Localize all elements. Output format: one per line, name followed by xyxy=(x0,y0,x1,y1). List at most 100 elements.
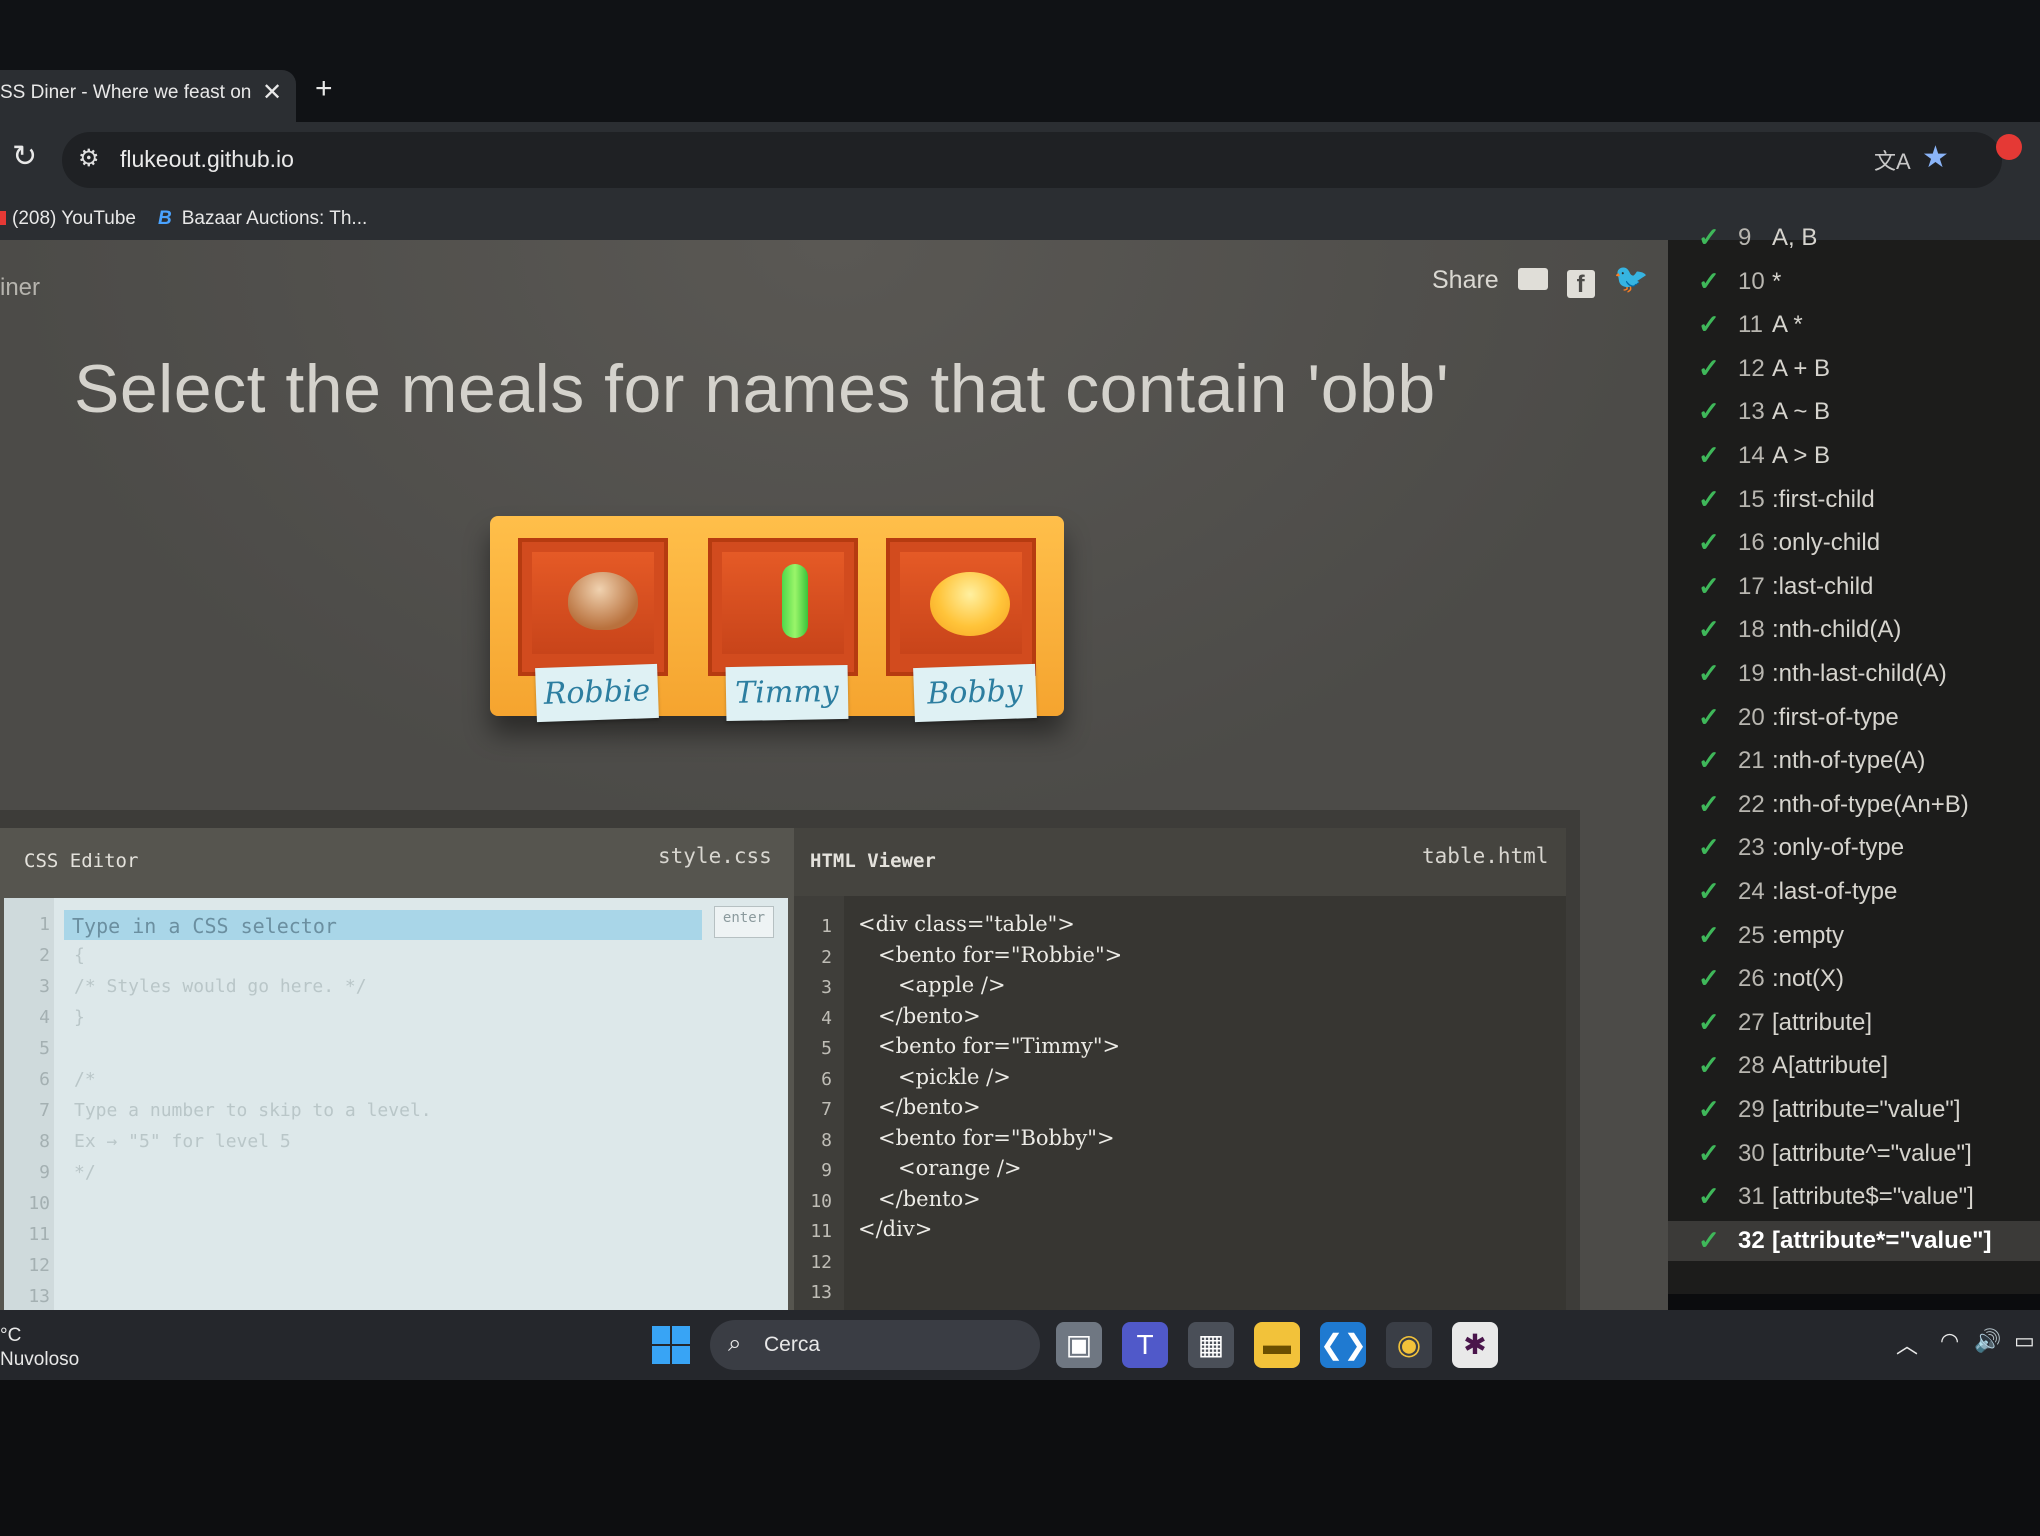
reload-icon[interactable]: ↻ xyxy=(12,139,37,174)
pickle-icon[interactable] xyxy=(782,564,808,638)
html-code-line[interactable]: <bento for="Robbie"> xyxy=(858,943,1122,967)
address-bar[interactable]: ⚙ flukeout.github.io 文A ★ xyxy=(62,132,2002,188)
level-item[interactable]: ✓ 23:only-of-type xyxy=(1668,828,2040,868)
bookmark-youtube[interactable]: (208) YouTube xyxy=(0,208,136,230)
bookmark-bazaar[interactable]: B Bazaar Auctions: Th... xyxy=(158,208,367,230)
new-tab-button[interactable]: + xyxy=(315,72,333,106)
level-selector: :nth-child(A) xyxy=(1772,616,1902,644)
weather-widget[interactable]: °C Nuvoloso xyxy=(0,1324,79,1372)
html-code-line[interactable]: <pickle /> xyxy=(858,1065,1011,1089)
html-code-line[interactable]: <bento for="Timmy"> xyxy=(858,1034,1120,1058)
line-number: 10 xyxy=(810,1190,832,1212)
orange-icon[interactable] xyxy=(930,572,1010,636)
html-code-line[interactable]: </bento> xyxy=(858,1187,981,1211)
level-selector: A + B xyxy=(1772,354,1831,382)
twitter-icon[interactable]: 🐦 xyxy=(1614,262,1649,295)
level-number: 24 xyxy=(1738,878,1765,905)
level-item[interactable]: ✓ 12 A + B xyxy=(1668,349,2040,389)
level-item[interactable]: ✓ 22:nth-of-type(An+B) xyxy=(1668,785,2040,825)
facebook-icon[interactable]: f xyxy=(1566,270,1595,298)
translate-icon[interactable]: 文A xyxy=(1874,144,1911,176)
chrome-icon[interactable]: ◉ xyxy=(1386,1322,1432,1368)
html-code-line[interactable]: </div> xyxy=(858,1217,932,1241)
level-item[interactable]: ✓ 31 [attribute$="value"] xyxy=(1668,1177,2040,1217)
line-number: 1 xyxy=(821,916,832,937)
level-list: ✓ 9 A, B ✓ 10 * ✓ 11 A * ✓ 12 A + B ✓ 13 A ~ B ✓ 14 A > B… xyxy=(1668,222,2040,1294)
apple-icon[interactable] xyxy=(568,572,638,630)
level-item[interactable]: ✓ 21:nth-of-type(A) xyxy=(1668,741,2040,781)
level-item[interactable]: ✓ 10 * xyxy=(1668,262,2040,302)
mail-icon[interactable] xyxy=(1517,268,1548,290)
taskbar-search[interactable]: ⌕ Cerca xyxy=(710,1320,1040,1370)
checkmark-icon: ✓ xyxy=(1698,1094,1720,1124)
teams-icon[interactable]: T xyxy=(1122,1322,1168,1368)
level-selector: :only-of-type xyxy=(1772,834,1905,862)
bento-timmy[interactable] xyxy=(708,538,858,676)
css-line-numbers: 1 2 3 4 5 6 7 8 9 10 11 12 13 xyxy=(4,898,54,1310)
html-code-line[interactable]: </bento> xyxy=(858,1004,981,1028)
vscode-icon[interactable]: ❮❯ xyxy=(1320,1322,1367,1368)
url-text[interactable]: flukeout.github.io xyxy=(120,146,294,173)
bento-bobby[interactable] xyxy=(886,538,1036,676)
line-number: 4 xyxy=(39,1007,50,1028)
level-item[interactable]: ✓ 30 [attribute^="value"] xyxy=(1668,1134,2040,1174)
nametag-robbie: Robbie xyxy=(535,663,659,723)
html-code-line[interactable]: </bento> xyxy=(858,1095,981,1119)
level-item[interactable]: ✓ 25:empty xyxy=(1668,916,2040,956)
level-item[interactable]: ✓ 29 [attribute="value"] xyxy=(1668,1090,2040,1130)
css-code-area[interactable]: 1 2 3 4 5 6 7 8 9 10 11 12 13 Type in a CSS selector… xyxy=(4,898,788,1310)
level-item[interactable]: ✓ 28 A[attribute] xyxy=(1668,1046,2040,1086)
battery-icon[interactable]: ▭ xyxy=(2014,1328,2035,1354)
close-icon[interactable]: ✕ xyxy=(262,78,282,107)
enter-button[interactable]: enter xyxy=(714,906,774,938)
checkmark-icon: ✓ xyxy=(1698,440,1720,470)
level-item[interactable]: ✓ 9 A, B xyxy=(1668,218,2040,258)
level-item[interactable]: ✓ 20:first-of-type xyxy=(1668,698,2040,738)
level-selector: A ~ B xyxy=(1772,398,1831,426)
html-line-numbers: 1 2 3 4 5 6 7 8 9 10 11 12 13 xyxy=(794,896,844,1310)
level-item[interactable]: ✓ 27 [attribute] xyxy=(1668,1003,2040,1043)
bento-robbie[interactable] xyxy=(518,538,668,676)
level-number: 27 xyxy=(1738,1008,1765,1036)
level-item[interactable]: ✓ 19:nth-last-child(A) xyxy=(1668,654,2040,694)
level-selector: :last-of-type xyxy=(1772,878,1898,905)
slack-icon[interactable]: ✱ xyxy=(1452,1322,1498,1368)
level-selector: :first-child xyxy=(1772,485,1875,513)
level-item[interactable]: ✓ 26:not(X) xyxy=(1668,959,2040,999)
volume-icon[interactable]: 🔊 xyxy=(1974,1328,2001,1354)
windows-start-icon[interactable] xyxy=(648,1322,694,1368)
level-item[interactable]: ✓ 13 A ~ B xyxy=(1668,392,2040,432)
html-code-line[interactable]: <apple /> xyxy=(858,973,1006,997)
selector-input[interactable]: Type in a CSS selector xyxy=(72,914,337,938)
chevron-up-icon[interactable]: ︿ xyxy=(1896,1328,1918,1360)
level-item[interactable]: ✓ 11 A * xyxy=(1668,305,2040,345)
share-label: Share xyxy=(1432,266,1499,294)
level-item[interactable]: ✓ 16:only-child xyxy=(1668,523,2040,563)
level-item[interactable]: ✓ 18:nth-child(A) xyxy=(1668,610,2040,650)
bento-tray xyxy=(722,552,844,654)
store-icon[interactable]: ▦ xyxy=(1188,1322,1234,1368)
level-item[interactable]: ✓ 14 A > B xyxy=(1668,436,2040,476)
level-selector: A[attribute] xyxy=(1772,1052,1889,1080)
html-code-line[interactable]: <div class="table"> xyxy=(858,912,1075,936)
extension-icon[interactable] xyxy=(1996,134,2022,160)
level-item[interactable]: ✓ 15:first-child xyxy=(1668,480,2040,520)
site-name[interactable]: iner xyxy=(0,274,40,302)
level-item[interactable]: ✓ 24:last-of-type xyxy=(1668,872,2040,912)
site-settings-icon[interactable]: ⚙ xyxy=(78,144,100,173)
dining-table: Robbie Timmy Bobby xyxy=(490,516,1064,723)
level-number: 15 xyxy=(1738,485,1765,513)
checkmark-icon: ✓ xyxy=(1698,352,1720,383)
level-number: 26 xyxy=(1738,965,1765,993)
bookmark-star-icon[interactable]: ★ xyxy=(1922,140,1949,175)
file-explorer-icon[interactable]: ▬ xyxy=(1254,1322,1300,1368)
level-selector: :nth-last-child(A) xyxy=(1772,660,1947,687)
level-item[interactable]: ✓ 32 [attribute*="value"] xyxy=(1668,1220,2040,1261)
task-view-icon[interactable]: ▣ xyxy=(1056,1322,1102,1368)
html-viewer: HTML Viewer table.html 1 2 3 4 5 6 7 8 9 10 11 12 13… xyxy=(794,828,1566,1310)
level-item[interactable]: ✓ 17:last-child xyxy=(1668,567,2040,607)
browser-tab[interactable]: SS Diner - Where we feast on ✕ xyxy=(0,70,296,122)
html-code-line[interactable]: <orange /> xyxy=(858,1156,1022,1180)
wifi-icon[interactable]: ◠ xyxy=(1940,1328,1959,1354)
html-code-line[interactable]: <bento for="Bobby"> xyxy=(858,1126,1115,1150)
